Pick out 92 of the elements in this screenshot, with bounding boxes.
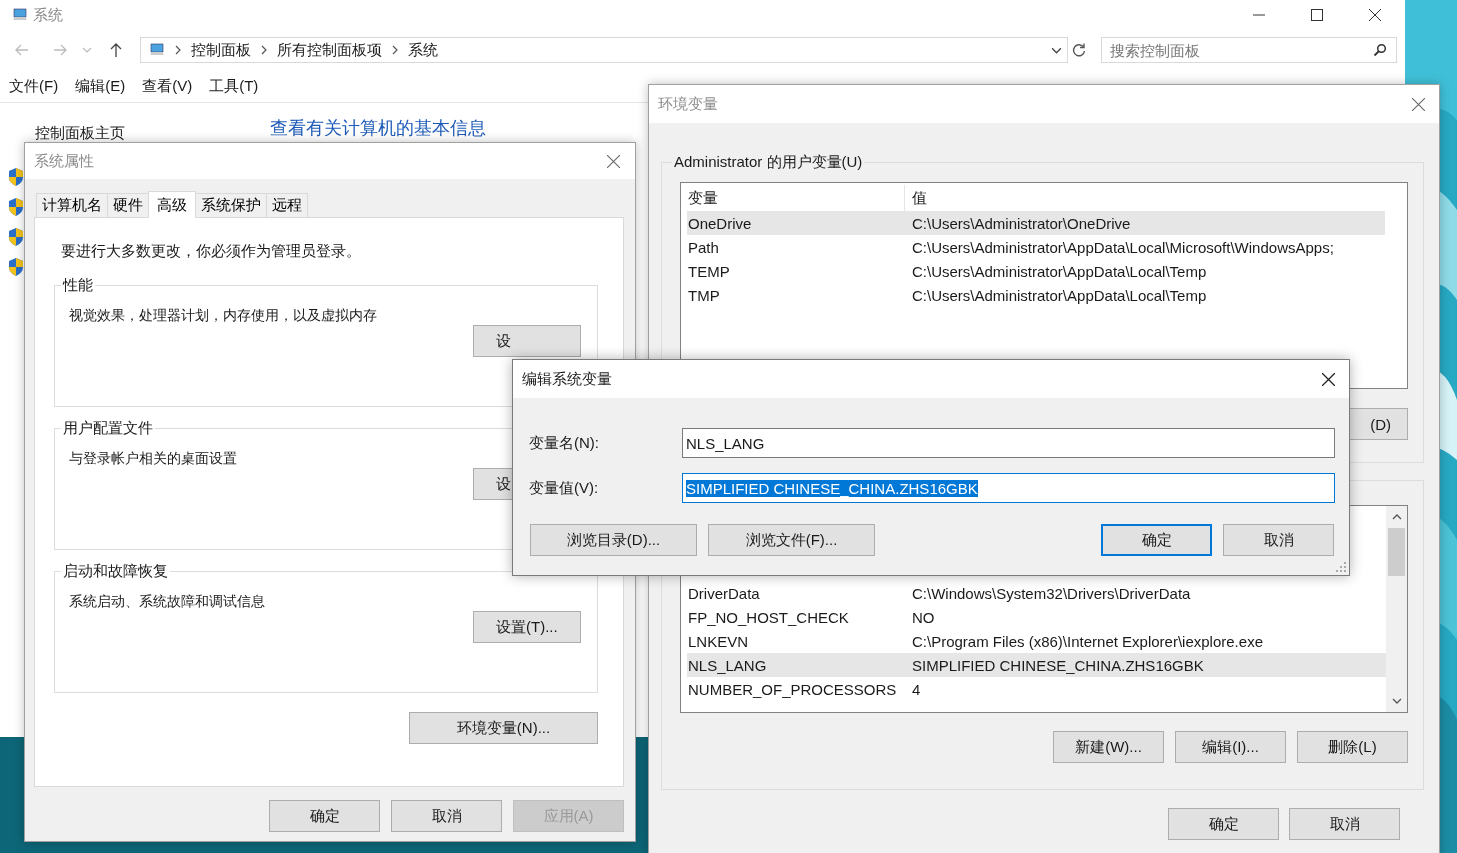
dialog-button[interactable]: 确定 <box>1168 808 1279 840</box>
field-label: 变量名(N): <box>529 433 600 453</box>
dialog-button[interactable]: 浏览文件(F)... <box>708 524 875 556</box>
list-row[interactable]: TEMP C:\Users\Administrator\AppData\Local\Temp <box>687 259 1385 283</box>
input-field[interactable]: NLS_LANG <box>682 428 1335 458</box>
scroll-up-icon[interactable] <box>1391 512 1402 522</box>
table-cell-text: TMP <box>687 286 721 304</box>
menu-item[interactable]: 工具(T) <box>209 76 259 96</box>
group-title: 启动和故障恢复 <box>62 562 169 581</box>
shield-icon <box>8 197 24 217</box>
search-field[interactable]: 搜索控制面板 <box>1101 37 1397 63</box>
table-cell-text: LNKEVN <box>687 632 750 650</box>
menu-item[interactable]: 查看(V) <box>142 76 193 96</box>
environment-variables-button[interactable]: 环境变量(N)... <box>409 712 598 744</box>
dialog-title: 环境变量 <box>658 94 718 114</box>
computer-icon <box>12 7 28 23</box>
breadcrumb-item[interactable]: 所有控制面板项 <box>277 40 382 60</box>
table-cell-text: C:\Users\Administrator\AppData\Local\Microsoft\WindowsApps; <box>911 238 1335 256</box>
table-cell-text: NLS_LANG <box>687 656 768 674</box>
table-cell-text: TEMP <box>687 262 731 280</box>
table-cell-text: C:\Program Files (x86)\Internet Explorer\iexplore.exe <box>911 632 1264 650</box>
chevron-right-icon <box>174 45 182 55</box>
field-label: 变量值(V): <box>529 478 600 498</box>
table-cell-text: Path <box>687 238 720 256</box>
tab[interactable]: 高级 <box>148 191 196 218</box>
notice-text: 要进行大多数更改，你必须作为管理员登录。 <box>60 242 362 261</box>
list-row[interactable]: FP_NO_HOST_CHECK NO <box>687 605 1386 629</box>
window-title: 系统 <box>33 5 63 25</box>
column-header[interactable]: 变量 <box>687 185 904 211</box>
list-row[interactable]: TMP C:\Users\Administrator\AppData\Local\Temp <box>687 283 1385 307</box>
table-cell-text: FP_NO_HOST_CHECK <box>687 608 850 626</box>
group-title: Administrator 的用户变量(U) <box>673 153 864 172</box>
chevron-right-icon <box>391 45 399 55</box>
breadcrumb-item[interactable]: 控制面板 <box>191 40 251 60</box>
dialog-button[interactable]: 取消 <box>1223 524 1334 556</box>
input-field[interactable]: SIMPLIFIED CHINESE_CHINA.ZHS16GBK <box>682 473 1335 503</box>
list-row[interactable]: OneDrive C:\Users\Administrator\OneDrive <box>687 211 1385 235</box>
group-title: 用户配置文件 <box>62 419 154 438</box>
address-bar[interactable]: 控制面板 所有控制面板项 系统 <box>140 37 1068 63</box>
close-icon[interactable] <box>1369 9 1381 21</box>
tab[interactable]: 远程 <box>266 193 308 217</box>
up-arrow-icon[interactable] <box>108 42 124 58</box>
group-title: 性能 <box>61 276 94 295</box>
list-row[interactable]: LNKEVN C:\Program Files (x86)\Internet Explorer\iexplore.exe <box>687 629 1386 653</box>
settings-button[interactable]: 设置(T)... <box>473 611 581 643</box>
table-cell-text: C:\Users\Administrator\AppData\Local\Temp <box>911 286 1208 304</box>
table-cell-text: SIMPLIFIED CHINESE_CHINA.ZHS16GBK <box>911 656 1205 674</box>
breadcrumb-item[interactable]: 系统 <box>408 40 438 60</box>
menu-item[interactable]: 编辑(E) <box>75 76 126 96</box>
page-heading: 查看有关计算机的基本信息 <box>270 117 486 138</box>
dialog-button[interactable]: 取消 <box>391 800 502 832</box>
shield-icon <box>8 227 24 247</box>
list-row[interactable]: NUMBER_OF_PROCESSORS 4 <box>687 677 1386 701</box>
dialog-button[interactable]: 浏览目录(D)... <box>530 524 697 556</box>
menu-item[interactable]: 文件(F) <box>9 76 59 96</box>
close-icon[interactable] <box>1322 372 1335 386</box>
table-cell-text: NUMBER_OF_PROCESSORS <box>687 680 898 698</box>
group-description: 视觉效果，处理器计划，内存使用，以及虚拟内存 <box>69 307 378 325</box>
scroll-down-icon[interactable] <box>1391 696 1402 706</box>
dialog-button[interactable]: 取消 <box>1289 808 1400 840</box>
resize-grip-icon[interactable] <box>1336 562 1346 572</box>
chevron-right-icon <box>260 45 268 55</box>
sidebar-link[interactable]: 控制面板主页 <box>35 124 270 143</box>
list-row[interactable]: DriverData C:\Windows\System32\Drivers\DriverData <box>687 581 1386 605</box>
shield-icon <box>8 167 24 187</box>
group-description: 与登录帐户相关的桌面设置 <box>69 450 238 468</box>
dialog-button[interactable]: 确定 <box>269 800 380 832</box>
table-cell-text: C:\Users\Administrator\OneDrive <box>911 214 1132 232</box>
list-action-button[interactable]: 新建(W)... <box>1053 731 1164 763</box>
list-action-button[interactable]: 编辑(I)... <box>1175 731 1286 763</box>
scrollbar[interactable] <box>1386 506 1407 712</box>
dialog-title: 编辑系统变量 <box>522 369 612 389</box>
dialog-title: 系统属性 <box>34 151 94 171</box>
settings-button[interactable]: 设 <box>473 325 581 357</box>
shield-icon <box>8 257 24 277</box>
table-cell-text: NO <box>911 608 936 626</box>
refresh-icon[interactable] <box>1071 42 1087 58</box>
list-row[interactable]: NLS_LANG SIMPLIFIED CHINESE_CHINA.ZHS16GBK <box>687 653 1386 677</box>
table-cell-text: 4 <box>911 680 922 698</box>
computer-icon <box>149 42 165 58</box>
table-cell-text: C:\Windows\System32\Drivers\DriverData <box>911 584 1192 602</box>
scroll-thumb[interactable] <box>1388 528 1405 576</box>
tab[interactable]: 计算机名 <box>36 193 108 217</box>
table-cell-text: OneDrive <box>687 214 753 232</box>
search-icon[interactable] <box>1373 43 1387 57</box>
dialog-button[interactable]: 确定 <box>1101 524 1212 556</box>
table-cell-text: C:\Users\Administrator\AppData\Local\Temp <box>911 262 1208 280</box>
maximize-icon[interactable] <box>1311 9 1323 21</box>
group-description: 系统启动、系统故障和调试信息 <box>69 593 266 611</box>
list-action-button[interactable]: 删除(L) <box>1297 731 1408 763</box>
table-cell-text: DriverData <box>687 584 761 602</box>
list-row[interactable]: Path C:\Users\Administrator\AppData\Local\Microsoft\WindowsApps; <box>687 235 1385 259</box>
